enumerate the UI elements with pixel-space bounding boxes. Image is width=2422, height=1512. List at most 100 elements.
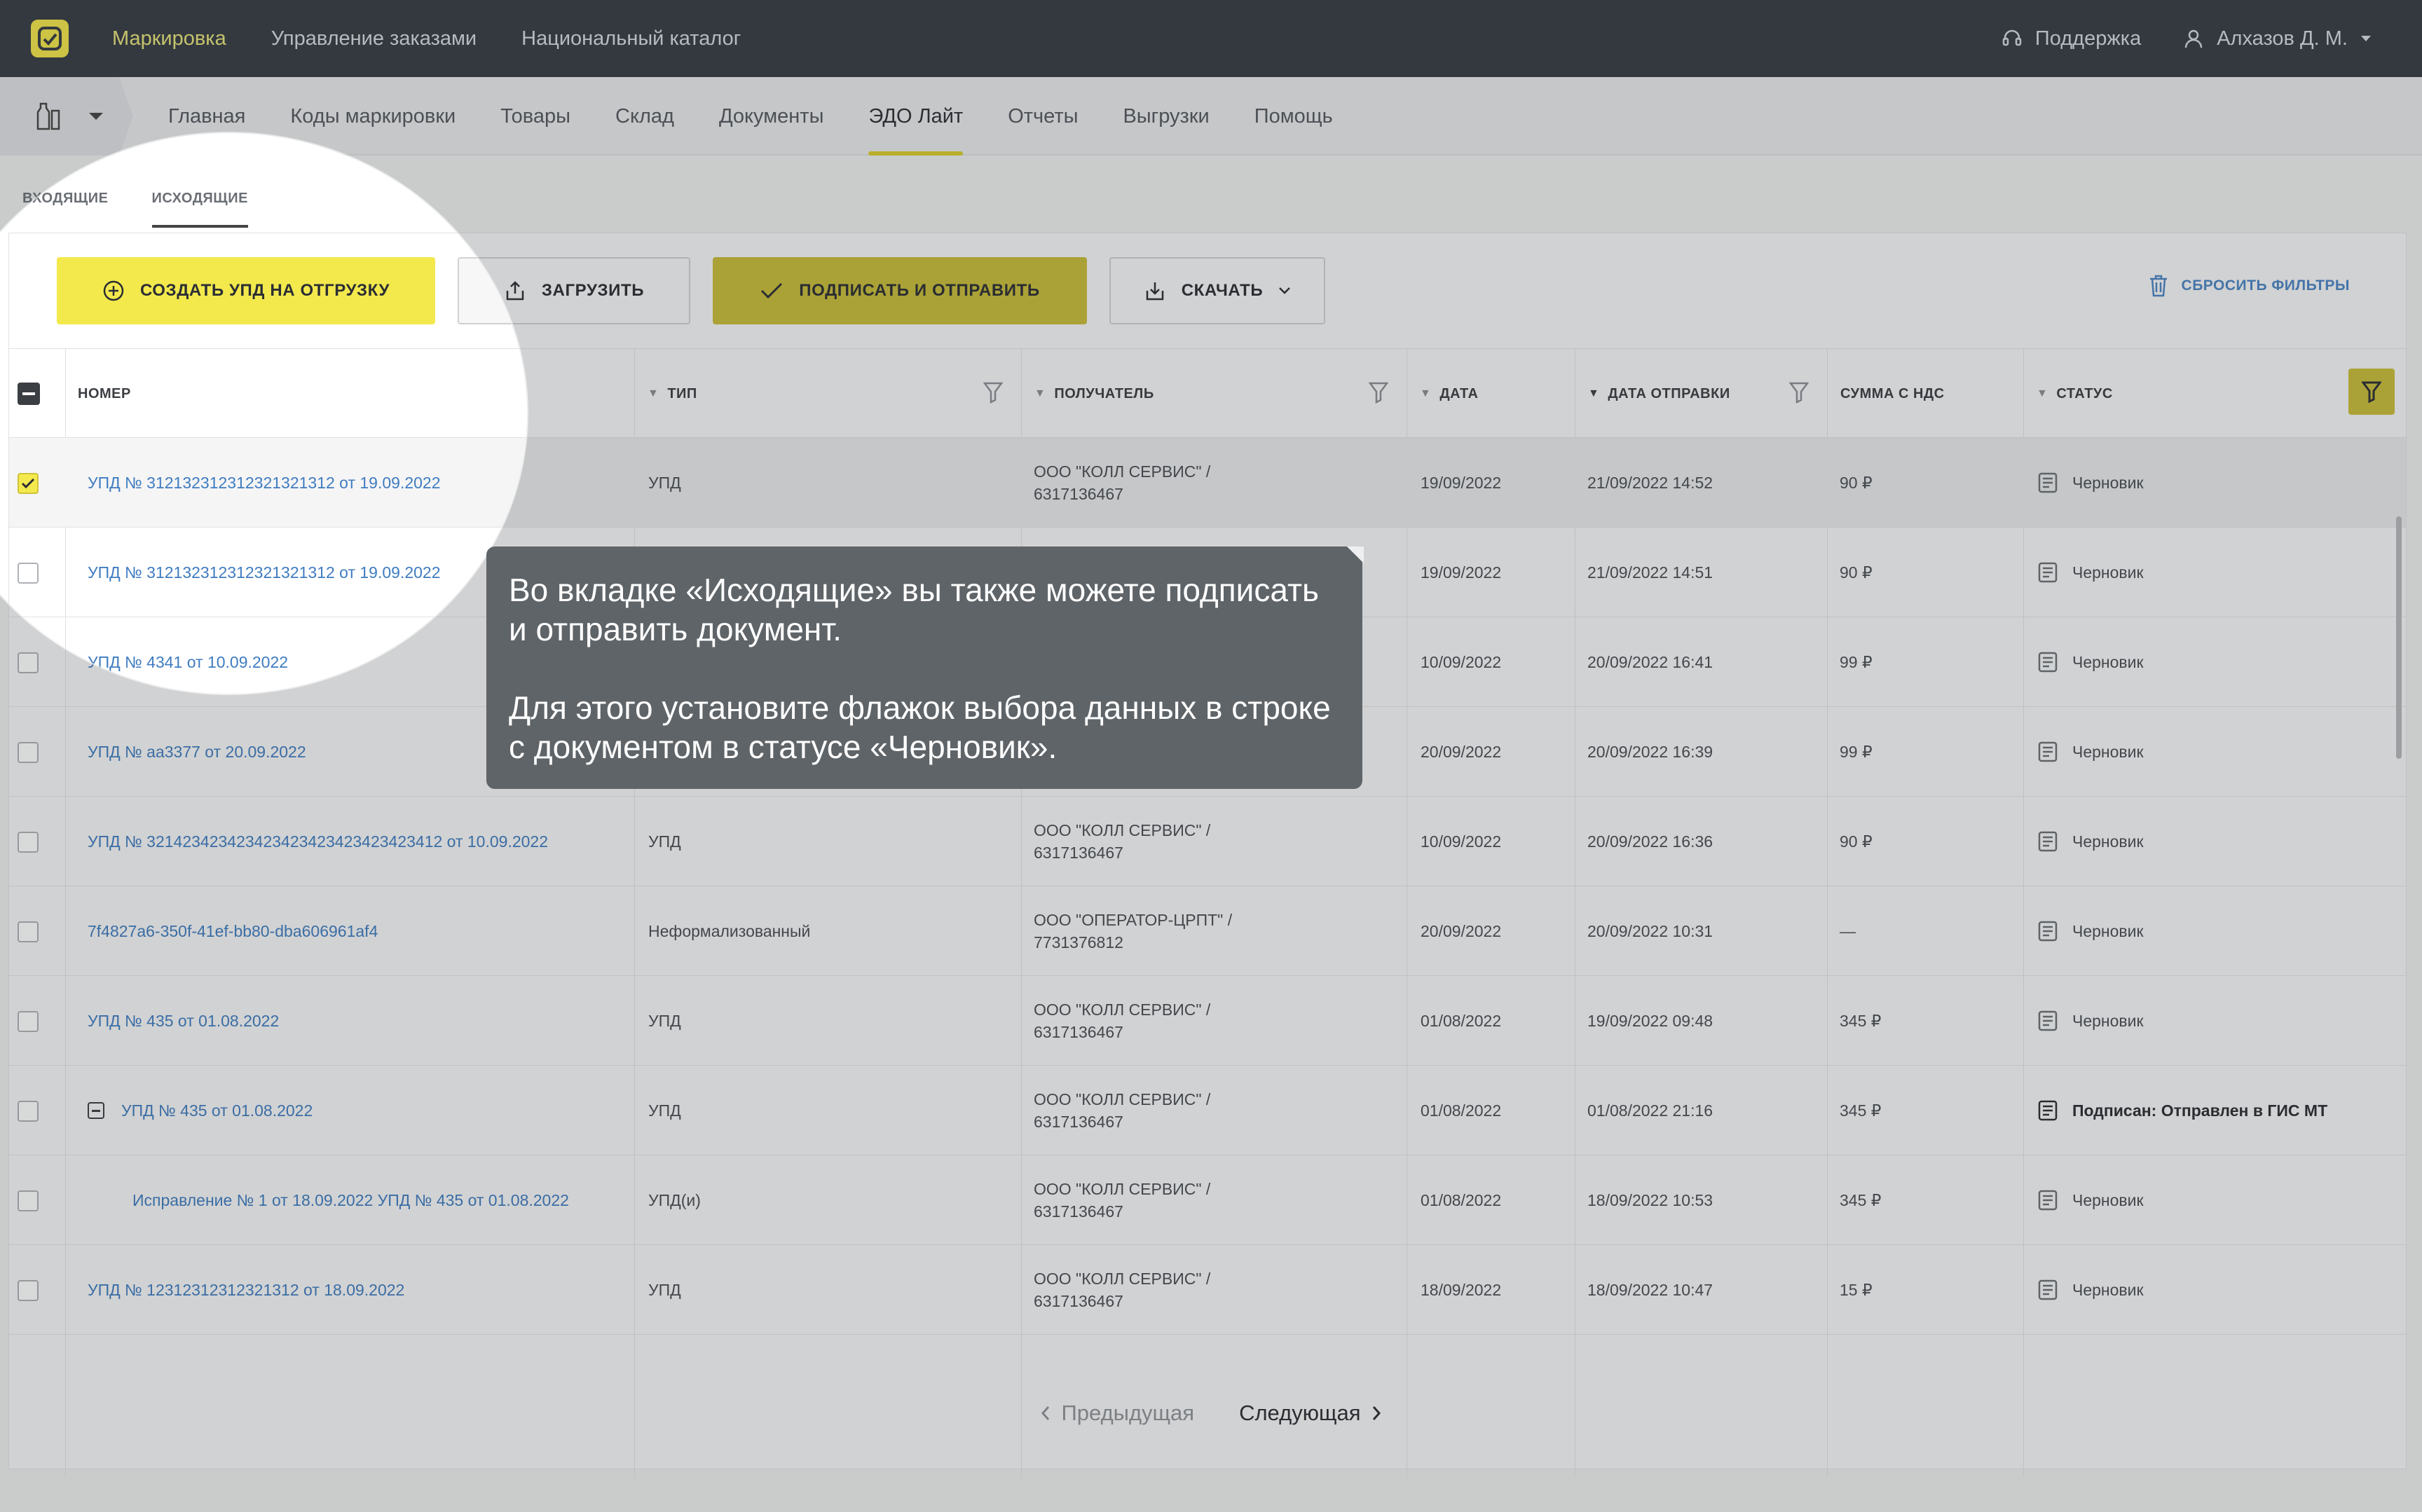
table-row[interactable]: ООО "ОПЕРАТОР-ЦРПТ" / xyxy=(9,1335,2406,1363)
row-checkbox[interactable] xyxy=(18,1190,39,1211)
sort-arrow-icon: ▼ xyxy=(1034,387,1046,399)
table-row[interactable]: Исправление № 1 от 18.09.2022 УПД № 435 … xyxy=(9,1155,2406,1245)
table-row[interactable]: УПД № 435 от 01.08.2022 УПД ООО "КОЛЛ СЕРВ… xyxy=(9,976,2406,1066)
doc-date: 18/09/2022 xyxy=(1421,1280,1502,1299)
subnav-help[interactable]: Помощь xyxy=(1254,77,1333,156)
spotlight-select-all-checkbox[interactable] xyxy=(18,383,40,405)
support-link[interactable]: Поддержка xyxy=(2002,27,2141,50)
topnav-markirovka[interactable]: Маркировка xyxy=(112,27,226,50)
topnav-orders[interactable]: Управление заказами xyxy=(271,27,477,50)
table-row[interactable]: 7f4827a6-350f-41ef-bb80-dba606961af4 Нефо… xyxy=(9,886,2406,976)
status-label: Черновик xyxy=(2072,1190,2144,1209)
spotlight-table-body: УПД № 31213231231232132131​2 от 19.09.20… xyxy=(9,438,527,694)
col-date[interactable]: ▼ ДАТА xyxy=(1407,349,1575,439)
spotlight-create-upd-button[interactable]: СОЗДАТЬ УПД НА ОТГРУЗКУ xyxy=(57,257,435,324)
spotlight-table-row[interactable]: УПД № 312132312312321321312 от 19.09.202… xyxy=(9,528,527,617)
recipient-inn: 6317136467 xyxy=(1034,1202,1123,1221)
next-page-button[interactable]: Следующая xyxy=(1239,1401,1381,1426)
subnav-edo-lite[interactable]: ЭДО Лайт xyxy=(868,77,963,156)
spotlight-doc-number-link[interactable]: УПД № 312132312312321321312 от 19.09.202… xyxy=(88,528,441,617)
recipient-inn: 6317136467 xyxy=(1034,1113,1123,1131)
doc-status: Черновик xyxy=(2037,528,2144,617)
doc-status: Черновик xyxy=(2037,1155,2144,1245)
spotlight-row-checkbox[interactable] xyxy=(18,652,39,673)
sent-date: 20/09/2022 10:31 xyxy=(1587,921,1713,940)
topnav-catalog[interactable]: Национальный каталог xyxy=(521,27,741,50)
col-sent-date[interactable]: ▼ ДАТА ОТПРАВКИ xyxy=(1575,349,1827,439)
doc-number-link[interactable]: УПД № 12312312312321312 от 18.09.2022 xyxy=(88,1245,404,1335)
row-checkbox[interactable] xyxy=(18,1101,39,1122)
collapse-icon[interactable] xyxy=(88,1102,104,1119)
document-status-icon xyxy=(2038,1100,2058,1121)
sort-arrow-icon: ▼ xyxy=(648,387,659,399)
table-row[interactable]: УПД № 435 от 01.08.2022 УПД ООО "КОЛЛ СЕРВ… xyxy=(9,1066,2406,1155)
doc-date: 20/09/2022 xyxy=(1421,742,1502,761)
doc-number-link[interactable]: УПД № 435 от 01.08.2022 xyxy=(88,976,279,1066)
sum-with-vat: 345 ₽ xyxy=(1840,1190,1882,1209)
logo-icon[interactable] xyxy=(31,20,69,57)
doc-date: 20/09/2022 xyxy=(1421,921,1502,940)
spotlight-plus-circle-icon xyxy=(103,280,124,301)
spotlight-doc-number-link[interactable]: УПД № 31213231231232132131​2 от 19.09.20… xyxy=(88,438,441,528)
next-page-label: Следующая xyxy=(1239,1401,1361,1425)
prev-page-button[interactable]: Предыдущая xyxy=(1041,1401,1194,1426)
doc-number-link[interactable]: Исправление № 1 от 18.09.2022 УПД № 435 … xyxy=(132,1155,569,1245)
filter-icon[interactable] xyxy=(1789,381,1809,404)
sent-date: 18/09/2022 10:47 xyxy=(1587,1280,1713,1299)
table-row[interactable]: УПД № 12312312312321312 от 18.09.2022 УПД… xyxy=(9,1245,2406,1335)
filter-icon[interactable] xyxy=(983,381,1003,404)
reset-filters-link[interactable]: СБРОСИТЬ ФИЛЬТРЫ xyxy=(2148,274,2350,298)
col-status[interactable]: ▼ СТАТУС xyxy=(2023,349,2407,439)
spotlight-col-number[interactable]: НОМЕР xyxy=(65,349,527,439)
doc-date: 01/08/2022 xyxy=(1421,1011,1502,1030)
spotlight-doc-number-link[interactable]: УПД № 4341 от 10.09.2022 xyxy=(88,617,288,694)
active-filter-button[interactable] xyxy=(2348,369,2395,415)
table-row[interactable]: УПД № 321423423423423423423423423423412 … xyxy=(9,797,2406,886)
doc-number-link[interactable]: 7f4827a6-350f-41ef-bb80-dba606961af4 xyxy=(88,886,378,976)
doc-status: Черновик xyxy=(2037,797,2144,886)
spotlight-table-row[interactable]: УПД № 4341 от 10.09.202210/09/202220/09/… xyxy=(9,617,527,694)
filter-icon[interactable] xyxy=(1369,381,1388,404)
subnav-exports[interactable]: Выгрузки xyxy=(1123,77,1209,156)
subnav-documents[interactable]: Документы xyxy=(719,77,824,156)
sign-send-button[interactable]: ПОДПИСАТЬ И ОТПРАВИТЬ xyxy=(713,257,1087,324)
spotlight-row-checkbox[interactable] xyxy=(18,563,39,584)
doc-type: УПД(и) xyxy=(648,1190,701,1209)
user-name: Алхазов Д. М. xyxy=(2217,27,2348,50)
col-recipient[interactable]: ▼ ПОЛУЧАТЕЛЬ xyxy=(1021,349,1407,439)
recipient-inn: 7731376812 xyxy=(1034,933,1123,951)
user-icon xyxy=(2184,29,2203,48)
doc-number-link[interactable]: УПД № 435 от 01.08.2022 xyxy=(121,1066,313,1155)
doc-number-link[interactable]: УПД № аа3377 от 20.09.2022 xyxy=(88,707,306,797)
row-checkbox[interactable] xyxy=(18,742,39,763)
sent-date: 20/09/2022 16:41 xyxy=(1587,652,1713,671)
spotlight-row-checkbox[interactable] xyxy=(18,473,39,494)
spotlight-upload-button[interactable]: ЗАГРУЗИТЬ xyxy=(458,257,527,324)
col-sent-date-label: ДАТА ОТПРАВКИ xyxy=(1608,385,1730,401)
chevron-down-icon xyxy=(1279,287,1291,294)
spotlight-table-row[interactable]: УПД № 31213231231232132131​2 от 19.09.20… xyxy=(9,438,527,528)
row-checkbox[interactable] xyxy=(18,832,39,853)
row-checkbox[interactable] xyxy=(18,921,39,942)
doc-type: Неформализованный xyxy=(648,921,811,940)
doc-type: УПД xyxy=(648,473,681,492)
subnav-reports[interactable]: Отчеты xyxy=(1008,77,1078,156)
scrollbar[interactable] xyxy=(2396,516,2402,759)
col-type[interactable]: ▼ ТИП xyxy=(634,349,1021,439)
spotlight-tab-incoming[interactable]: ВХОДЯЩИЕ xyxy=(22,191,109,228)
download-button[interactable]: СКАЧАТЬ xyxy=(1109,257,1325,324)
subnav-warehouse[interactable]: Склад xyxy=(615,77,674,156)
col-sum[interactable]: СУММА С НДС xyxy=(1827,349,2023,439)
doc-status: Черновик xyxy=(2037,617,2144,707)
doc-number-link[interactable]: УПД № 321423423423423423423423423423412 … xyxy=(88,797,548,886)
user-menu[interactable]: Алхазов Д. М. xyxy=(2183,27,2372,50)
sort-arrow-icon: ▼ xyxy=(1420,387,1432,399)
sum-with-vat: 90 ₽ xyxy=(1840,832,1873,851)
doc-status: Черновик xyxy=(2037,976,2144,1066)
row-checkbox[interactable] xyxy=(18,1011,39,1032)
sum-with-vat: 90 ₽ xyxy=(1840,563,1873,582)
row-checkbox[interactable] xyxy=(18,1280,39,1301)
check-icon xyxy=(761,282,783,299)
recipient-inn: 6317136467 xyxy=(1034,1292,1123,1310)
spotlight-tab-outgoing[interactable]: ИСХОДЯЩИЕ xyxy=(151,191,248,228)
